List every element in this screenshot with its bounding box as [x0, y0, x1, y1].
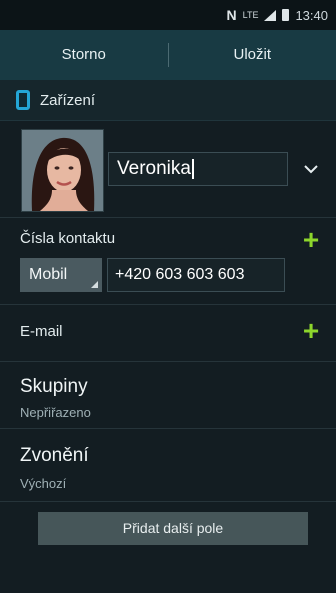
phone-number-input[interactable]: +420 603 603 603	[107, 258, 285, 292]
ringtone-row[interactable]: Zvonění Výchozí	[0, 429, 336, 502]
save-button[interactable]: Uložit	[169, 30, 336, 80]
text-cursor	[191, 158, 194, 179]
chevron-down-icon[interactable]	[300, 157, 322, 181]
groups-label: Skupiny	[20, 376, 88, 397]
name-value: Veronika	[117, 158, 191, 179]
status-time: 13:40	[295, 7, 328, 23]
name-row: Veronika	[0, 121, 336, 218]
action-bar: Storno Uložit	[0, 30, 336, 80]
phone-type-select[interactable]: Mobil	[20, 258, 102, 292]
ringtone-value: Výchozí	[20, 476, 67, 491]
add-field-button[interactable]: Přidat další pole	[38, 512, 308, 545]
email-section-label: E-mail	[20, 323, 63, 340]
lte-icon: LTE	[242, 9, 259, 20]
email-section: E-mail +	[0, 305, 336, 362]
name-input[interactable]: Veronika	[108, 152, 288, 186]
status-bar: N LTE 13:40	[0, 0, 336, 30]
phone-section-label: Čísla kontaktu	[20, 230, 116, 247]
dropdown-corner-icon	[91, 281, 98, 288]
add-email-icon[interactable]: +	[300, 317, 322, 345]
ringtone-label: Zvonění	[20, 445, 89, 466]
device-icon	[16, 90, 30, 110]
groups-row[interactable]: Skupiny Nepřiřazeno	[0, 362, 336, 429]
phone-section: Čísla kontaktu + Mobil +420 603 603 603	[0, 218, 336, 305]
phone-type-value: Mobil	[29, 266, 68, 283]
battery-icon	[282, 9, 290, 21]
contact-photo[interactable]	[21, 129, 104, 212]
signal-icon	[264, 9, 277, 21]
add-phone-icon[interactable]: +	[300, 226, 322, 254]
groups-value: Nepřiřazeno	[20, 405, 91, 420]
nfc-icon: N	[226, 7, 237, 23]
storage-label: Zařízení	[40, 91, 96, 109]
cancel-button[interactable]: Storno	[0, 30, 168, 80]
storage-selector[interactable]: Zařízení	[0, 80, 336, 121]
